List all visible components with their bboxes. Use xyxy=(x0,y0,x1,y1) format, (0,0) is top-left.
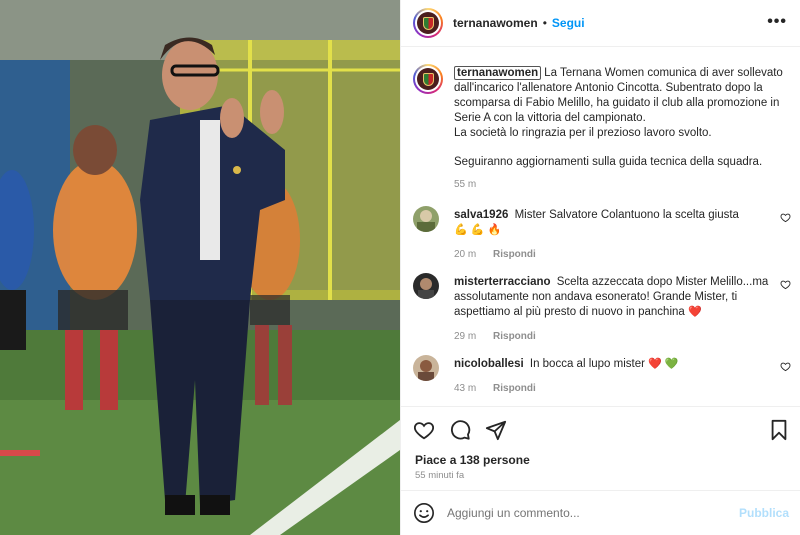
likes-count[interactable]: Piace a 138 persone xyxy=(415,453,530,467)
comment-time[interactable]: 20 m xyxy=(454,249,476,260)
comment-emojis: ❤️ 💚 xyxy=(648,358,679,370)
comment-text: In bocca al lupo mister xyxy=(529,358,645,370)
like-comment-heart-icon[interactable] xyxy=(780,279,791,290)
comments-scroll-area[interactable]: ternanawomen La Ternana Women comunica di… xyxy=(401,48,800,406)
post-sidebar: ternanawomen • Segui ••• ternanawomen La … xyxy=(400,0,800,535)
commenter-username[interactable]: nicoloballesi xyxy=(454,358,524,370)
save-bookmark-icon[interactable] xyxy=(769,419,789,441)
caption-author-avatar[interactable] xyxy=(413,64,443,94)
separator-dot: • xyxy=(542,16,547,30)
comment-input[interactable] xyxy=(447,506,739,520)
like-comment-heart-icon[interactable] xyxy=(780,361,791,372)
club-crest-icon xyxy=(422,16,434,30)
caption-text-line2: La società lo ringrazia per il prezioso … xyxy=(454,127,712,139)
commenter-avatar[interactable] xyxy=(413,355,439,381)
commenter-avatar[interactable] xyxy=(413,273,439,299)
comment-time[interactable]: 43 m xyxy=(454,383,476,394)
commenter-username[interactable]: salva1926 xyxy=(454,209,508,221)
caption-text-line3: Seguiranno aggiornamenti sulla guida tec… xyxy=(454,156,763,168)
emoji-smiley-icon[interactable] xyxy=(413,502,435,524)
comment-emojis: 💪 💪 🔥 xyxy=(454,224,502,236)
add-comment-bar: Pubblica xyxy=(401,490,800,535)
caption-timestamp[interactable]: 55 m xyxy=(454,177,790,192)
instagram-post-modal: ternanawomen • Segui ••• ternanawomen La … xyxy=(0,0,800,535)
reply-button[interactable]: Rispondi xyxy=(493,331,536,342)
post-actions: Piace a 138 persone 55 minuti fa xyxy=(401,406,800,496)
like-heart-icon[interactable] xyxy=(413,419,435,441)
share-paper-plane-icon[interactable] xyxy=(485,419,507,441)
author-avatar[interactable] xyxy=(413,8,443,38)
commenter-username[interactable]: misterterracciano xyxy=(454,276,551,288)
coach-photo-illustration xyxy=(0,0,400,535)
comment-text: Mister Salvatore Colantuono la scelta gi… xyxy=(514,209,739,221)
post-header: ternanawomen • Segui ••• xyxy=(401,0,800,47)
author-username[interactable]: ternanawomen xyxy=(453,16,538,30)
comment-bubble-icon[interactable] xyxy=(449,419,471,441)
post-age[interactable]: 55 minuti fa xyxy=(415,470,464,481)
more-horizontal-icon[interactable]: ••• xyxy=(767,13,787,31)
commenter-avatar[interactable] xyxy=(413,206,439,232)
reply-button[interactable]: Rispondi xyxy=(493,249,536,260)
comment-emojis: ❤️ xyxy=(688,306,702,318)
like-comment-heart-icon[interactable] xyxy=(780,212,791,223)
post-photo[interactable] xyxy=(0,0,400,535)
publish-button[interactable]: Pubblica xyxy=(739,506,789,520)
club-crest-icon xyxy=(422,72,434,86)
follow-button[interactable]: Segui xyxy=(552,16,585,30)
reply-button[interactable]: Rispondi xyxy=(493,383,536,394)
caption-username[interactable]: ternanawomen xyxy=(454,66,542,80)
comment-time[interactable]: 29 m xyxy=(454,331,476,342)
